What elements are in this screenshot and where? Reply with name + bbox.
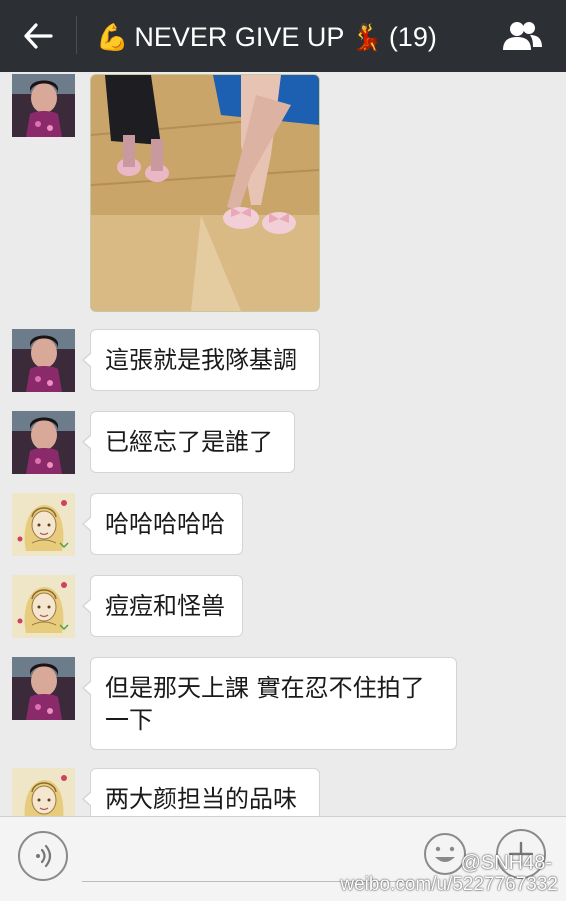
message-text-line: 但是那天上課 實在忍不住拍了 bbox=[105, 674, 425, 702]
voice-icon bbox=[36, 844, 52, 868]
avatar[interactable] bbox=[12, 411, 75, 474]
image-message[interactable] bbox=[90, 74, 320, 312]
member-count: (19) bbox=[388, 21, 437, 52]
arrow-left-icon bbox=[24, 23, 53, 49]
message-bubble[interactable]: 已經忘了是誰了 bbox=[82, 411, 295, 473]
voice-button[interactable] bbox=[18, 831, 68, 881]
dancer-emoji: 💃 bbox=[350, 21, 383, 52]
avatar[interactable] bbox=[12, 329, 75, 392]
watermark-url: weibo.com/u/5227767332 bbox=[340, 874, 558, 895]
message-text: 已經忘了是誰了 bbox=[105, 428, 273, 456]
group-name: NEVER GIVE UP bbox=[134, 21, 345, 52]
message-text: 两大颜担当的品味 bbox=[105, 785, 297, 813]
message-bubble[interactable]: 但是那天上課 實在忍不住拍了 一下 bbox=[82, 657, 457, 750]
avatar[interactable] bbox=[12, 493, 75, 556]
avatar[interactable] bbox=[12, 575, 75, 638]
message-bubble[interactable]: 這張就是我隊基調 bbox=[82, 329, 320, 391]
message-text: 這張就是我隊基調 bbox=[105, 346, 297, 374]
message-text: 哈哈哈哈哈 bbox=[105, 510, 225, 538]
message-bubble[interactable]: 哈哈哈哈哈 bbox=[82, 493, 243, 555]
message-text-line: 一下 bbox=[105, 706, 153, 734]
avatar[interactable] bbox=[12, 74, 75, 137]
group-members-icon bbox=[503, 22, 542, 50]
watermark-handle: @SNH48- bbox=[460, 852, 552, 874]
chat-title: 💪 NEVER GIVE UP 💃 (19) bbox=[96, 18, 437, 56]
flexed-biceps-emoji: 💪 bbox=[96, 21, 129, 52]
back-button[interactable] bbox=[14, 16, 62, 56]
header-divider bbox=[76, 16, 77, 54]
message-bubble[interactable]: 痘痘和怪兽 bbox=[82, 575, 243, 637]
avatar[interactable] bbox=[12, 657, 75, 720]
chat-header: 💪 NEVER GIVE UP 💃 (19) bbox=[0, 0, 566, 72]
group-info-button[interactable] bbox=[498, 17, 546, 55]
message-text: 痘痘和怪兽 bbox=[105, 592, 225, 620]
